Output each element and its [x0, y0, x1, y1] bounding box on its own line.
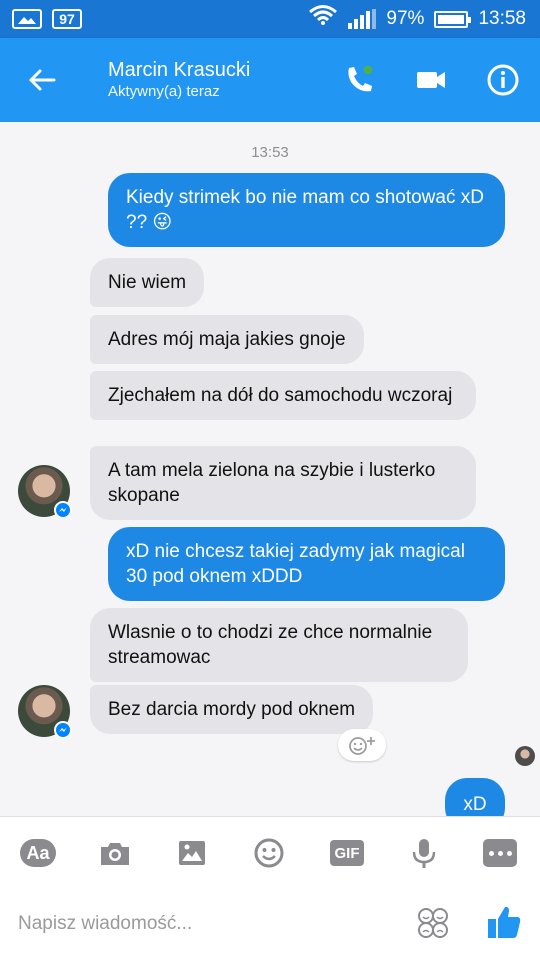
message-bubble-outgoing[interactable]: xD: [445, 778, 505, 816]
status-bar: 97 97% 13:58: [0, 0, 540, 38]
gallery-notification-icon: [12, 9, 42, 29]
image-icon: [179, 841, 205, 865]
more-dots-icon: [483, 839, 517, 867]
camera-icon: [101, 843, 129, 865]
contact-status: Aktywny(a) teraz: [108, 83, 220, 100]
message-bubble-outgoing[interactable]: Kiedy strimek bo nie mam co shotować xD …: [108, 173, 505, 247]
sticker-button[interactable]: [416, 906, 450, 940]
camera-button[interactable]: [97, 837, 133, 869]
like-button[interactable]: [486, 904, 522, 940]
video-camera-icon: [417, 72, 445, 88]
message-composer: [0, 888, 540, 960]
messenger-badge-icon: [54, 721, 72, 739]
status-right: 97% 13:58: [308, 4, 526, 34]
message-list[interactable]: 13:53 Kiedy strimek bo nie mam co shotow…: [0, 122, 540, 816]
conversation-header: Marcin Krasucki Aktywny(a) teraz: [0, 38, 540, 122]
message-input[interactable]: [18, 908, 398, 940]
gif-label: GIF: [330, 840, 364, 866]
read-receipt-avatar: [515, 746, 535, 766]
status-left: 97: [12, 9, 82, 29]
aa-label: Aa: [20, 839, 56, 867]
notification-badge: 97: [52, 9, 82, 29]
message-bubble-incoming[interactable]: Bez darcia mordy pod oknem: [90, 685, 374, 734]
message-bubble-incoming[interactable]: Wlasnie o to chodzi ze chce normalnie st…: [90, 608, 468, 682]
voice-call-button[interactable]: [343, 63, 377, 97]
message-bubble-incoming[interactable]: Nie wiem: [90, 258, 205, 307]
microphone-icon: [412, 839, 436, 868]
more-options-button[interactable]: [482, 837, 518, 869]
video-call-button[interactable]: [414, 63, 448, 97]
battery-percent: 97%: [386, 8, 425, 29]
thumbs-up-icon: [488, 906, 521, 938]
stickers-icon: [418, 908, 448, 938]
clock: 13:58: [478, 8, 526, 29]
composer-toolbar: Aa GIF: [0, 816, 540, 888]
info-button[interactable]: [486, 63, 520, 97]
messenger-badge-icon: [54, 501, 72, 519]
signal-icon: [348, 9, 377, 29]
emoji-button[interactable]: [251, 837, 287, 869]
contact-name: Marcin Krasucki: [108, 59, 251, 81]
contact-avatar[interactable]: [18, 465, 72, 519]
info-icon: [487, 64, 519, 96]
message-bubble-outgoing[interactable]: xD nie chcesz takiej zadymy jak magical …: [108, 527, 505, 601]
wifi-icon: [308, 4, 338, 34]
smiley-icon: [254, 838, 284, 868]
message-bubble-incoming[interactable]: Zjechałem na dół do samochodu wczoraj: [90, 371, 476, 420]
gif-button[interactable]: GIF: [329, 837, 365, 869]
phone-icon: [348, 65, 373, 92]
message-timestamp: 13:53: [251, 144, 289, 161]
smiley-plus-icon: [349, 737, 375, 755]
gallery-button[interactable]: [174, 837, 210, 869]
contact-avatar[interactable]: [18, 685, 72, 739]
back-button[interactable]: [26, 64, 58, 96]
message-bubble-incoming[interactable]: A tam mela zielona na szybie i lusterko …: [90, 446, 476, 520]
contact-title[interactable]: Marcin Krasucki Aktywny(a) teraz: [108, 58, 250, 102]
voice-message-button[interactable]: [406, 837, 442, 869]
message-bubble-incoming[interactable]: Adres mój maja jakies gnoje: [90, 315, 364, 364]
arrow-left-icon: [29, 69, 56, 91]
add-reaction-button[interactable]: [338, 729, 386, 761]
battery-icon: [434, 10, 472, 28]
text-format-button[interactable]: Aa: [20, 837, 56, 869]
